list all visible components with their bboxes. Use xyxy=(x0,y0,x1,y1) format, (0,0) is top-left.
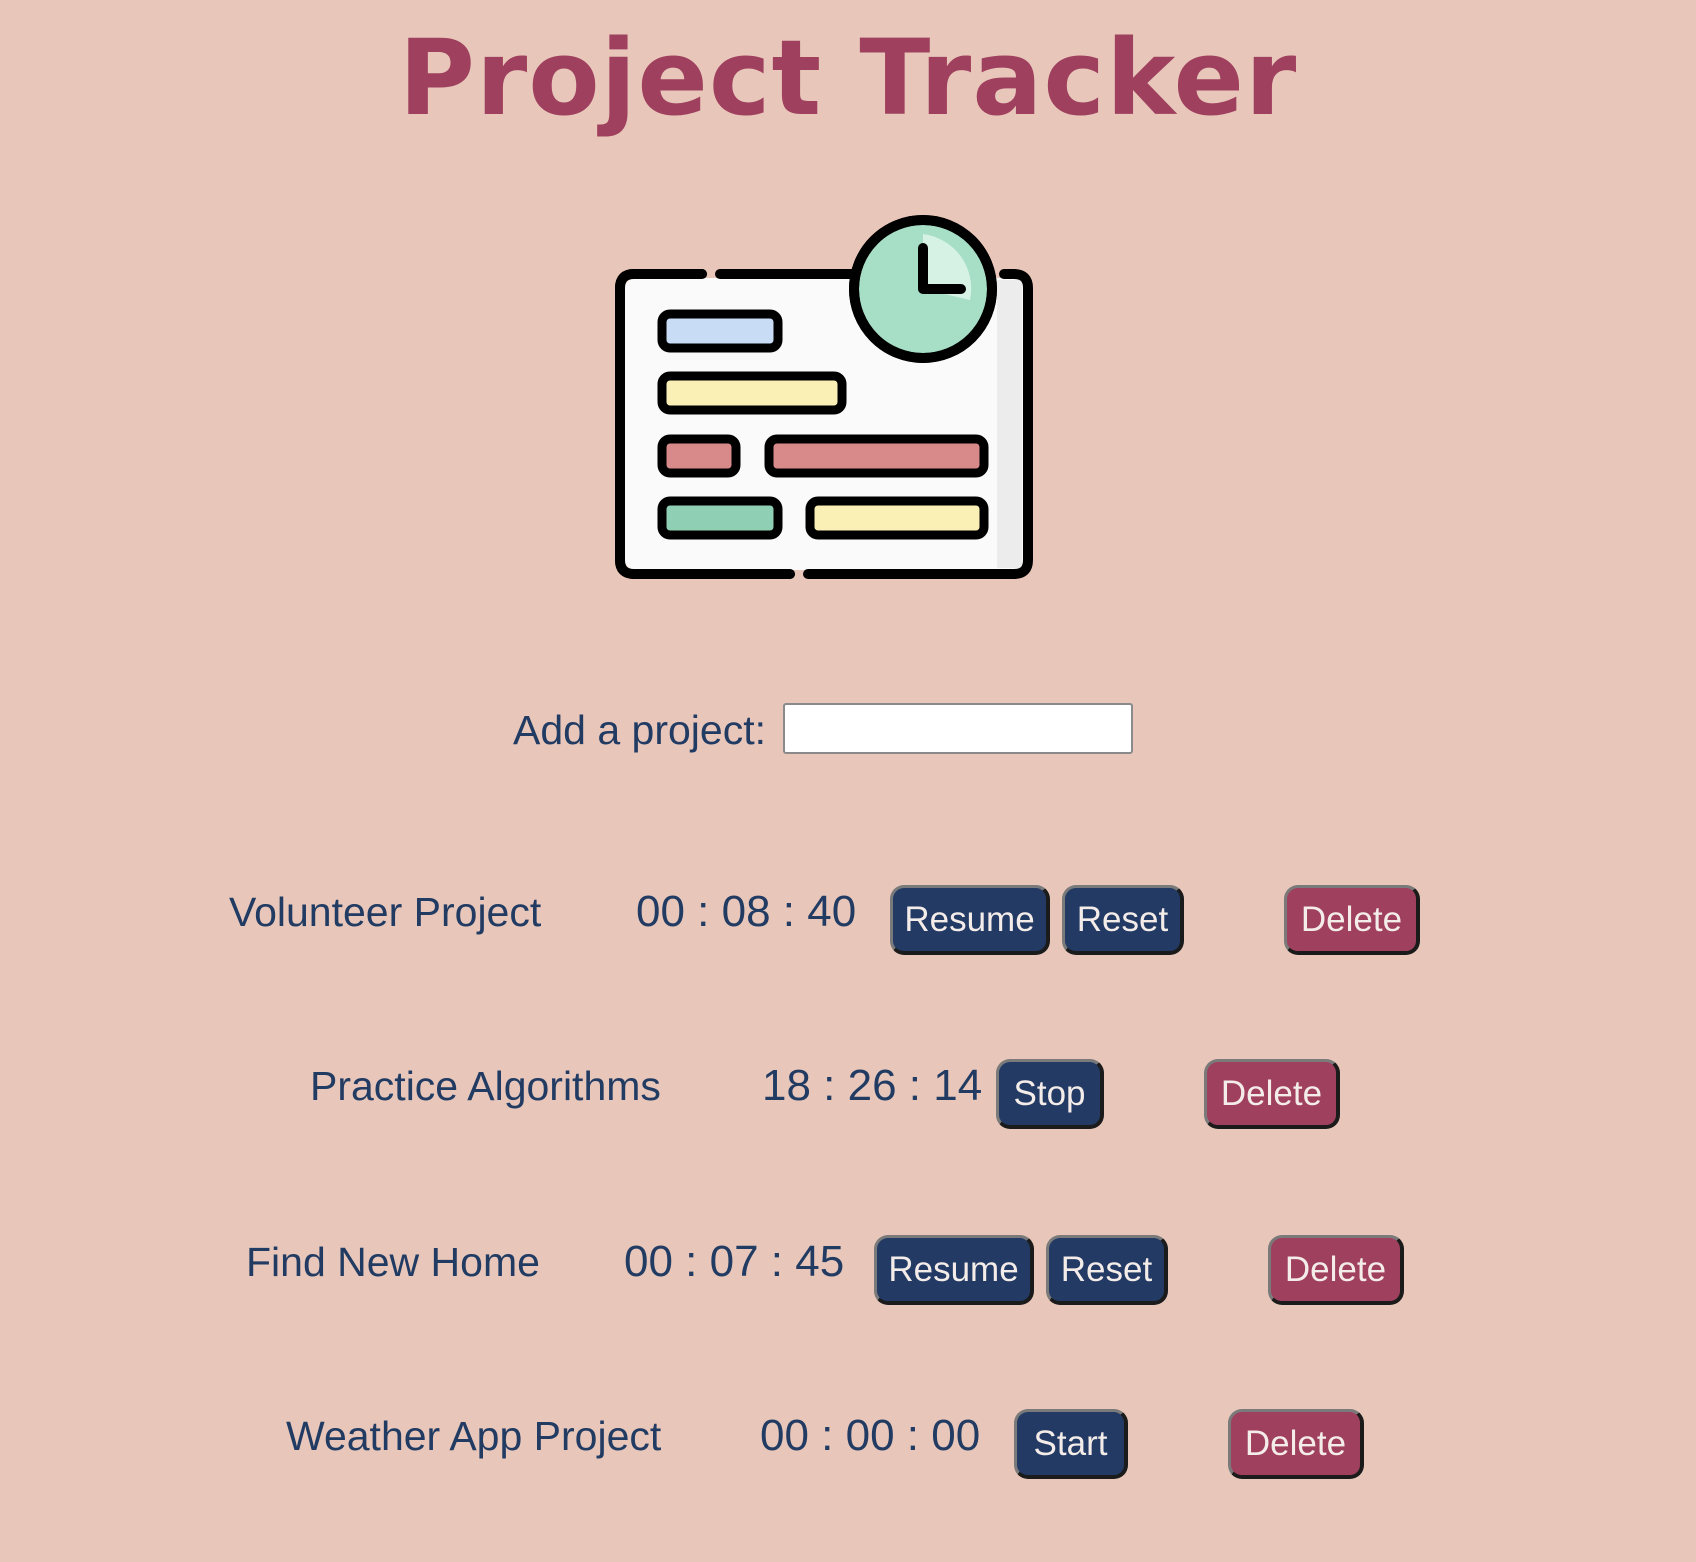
reset-button[interactable]: Reset xyxy=(1046,1235,1168,1305)
project-timer: 00 : 00 : 00 xyxy=(760,1411,981,1460)
reset-button[interactable]: Reset xyxy=(1062,885,1184,955)
delete-button[interactable]: Delete xyxy=(1268,1235,1404,1305)
resume-button[interactable]: Resume xyxy=(874,1235,1034,1305)
add-project-input[interactable] xyxy=(783,703,1133,754)
resume-button[interactable]: Resume xyxy=(890,885,1050,955)
project-row: Find New Home 00 : 07 : 45 Resume Reset … xyxy=(0,1230,1696,1310)
project-timer: 00 : 08 : 40 xyxy=(636,887,857,936)
page-title: Project Tracker xyxy=(398,17,1298,139)
project-timer: 00 : 07 : 45 xyxy=(624,1237,845,1286)
project-name: Weather App Project xyxy=(286,1413,662,1459)
project-row: Weather App Project 00 : 00 : 00 Start D… xyxy=(0,1404,1696,1484)
project-name: Find New Home xyxy=(246,1239,540,1285)
project-name: Practice Algorithms xyxy=(310,1063,661,1109)
project-board-clock-icon xyxy=(615,215,1033,579)
add-project-label: Add a project: xyxy=(513,707,766,753)
add-project-row: Add a project: xyxy=(0,700,1696,760)
delete-button[interactable]: Delete xyxy=(1228,1409,1364,1479)
project-name: Volunteer Project xyxy=(229,889,542,935)
project-timer: 18 : 26 : 14 xyxy=(762,1061,983,1110)
stop-button[interactable]: Stop xyxy=(996,1059,1104,1129)
delete-button[interactable]: Delete xyxy=(1284,885,1420,955)
project-row: Volunteer Project 00 : 08 : 40 Resume Re… xyxy=(0,880,1696,960)
start-button[interactable]: Start xyxy=(1014,1409,1128,1479)
project-row: Practice Algorithms 18 : 26 : 14 Stop De… xyxy=(0,1054,1696,1134)
delete-button[interactable]: Delete xyxy=(1204,1059,1340,1129)
